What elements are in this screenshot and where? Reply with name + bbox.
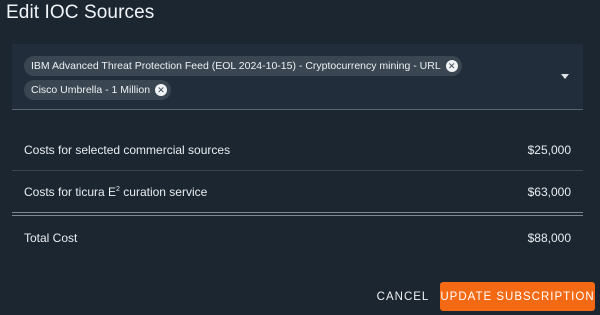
commercial-cost-value: $25,000	[527, 142, 571, 157]
commercial-cost-row: Costs for selected commercial sources $2…	[12, 129, 583, 171]
curation-cost-label: Costs for ticura E2 curation service	[24, 185, 208, 199]
dialog-title: Edit IOC Sources	[6, 2, 155, 23]
total-cost-label: Total Cost	[24, 231, 78, 245]
total-cost-row: Total Cost $88,000	[12, 217, 583, 259]
source-chip-label: Cisco Umbrella - 1 Million	[31, 84, 151, 96]
source-chip-label: IBM Advanced Threat Protection Feed (EOL…	[31, 60, 441, 72]
update-subscription-button[interactable]: UPDATE SUBSCRIPTION	[440, 282, 595, 311]
cancel-button[interactable]: CANCEL	[372, 283, 434, 311]
caret-down-icon[interactable]	[561, 74, 569, 79]
commercial-cost-label: Costs for selected commercial sources	[24, 142, 231, 157]
ioc-sources-select[interactable]: IBM Advanced Threat Protection Feed (EOL…	[12, 44, 583, 110]
close-circle-icon[interactable]: ✕	[155, 84, 168, 96]
curation-cost-value: $63,000	[527, 185, 571, 199]
source-chip[interactable]: Cisco Umbrella - 1 Million ✕	[24, 80, 172, 100]
total-divider	[12, 212, 583, 216]
total-cost-value: $88,000	[527, 231, 571, 245]
source-chip[interactable]: IBM Advanced Threat Protection Feed (EOL…	[24, 56, 462, 76]
close-circle-icon[interactable]: ✕	[445, 60, 458, 72]
curation-cost-row: Costs for ticura E2 curation service $63…	[12, 172, 583, 212]
